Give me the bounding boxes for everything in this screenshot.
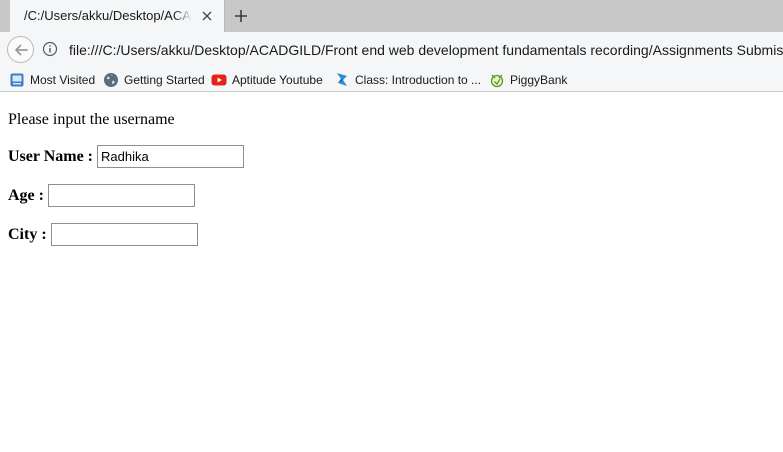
bookmark-label: Getting Started	[124, 73, 205, 87]
close-icon[interactable]	[200, 9, 214, 23]
youtube-icon	[211, 72, 227, 88]
class-icon	[334, 72, 350, 88]
page-content: Please input the username User Name : Ag…	[0, 92, 783, 452]
address-bar[interactable]: file:///C:/Users/akku/Desktop/ACADGILD/F…	[69, 42, 783, 58]
bookmark-getting-started[interactable]: Getting Started	[103, 72, 207, 88]
browser-window: /C:/Users/akku/Desktop/ACADGILD file:///…	[0, 0, 783, 452]
plus-icon[interactable]	[233, 8, 249, 24]
nav-bar: file:///C:/Users/akku/Desktop/ACADGILD/F…	[0, 32, 783, 68]
city-label: City :	[8, 226, 47, 243]
bookmark-most-visited[interactable]: Most Visited	[9, 72, 99, 88]
age-row: Age :	[8, 184, 198, 207]
bookmark-aptitude-youtube[interactable]: Aptitude Youtube	[211, 72, 329, 88]
tab-strip: /C:/Users/akku/Desktop/ACADGILD	[0, 0, 783, 32]
city-row: City :	[8, 223, 200, 246]
back-button[interactable]	[7, 36, 34, 63]
city-input[interactable]	[51, 223, 198, 246]
page-prompt: Please input the username	[8, 111, 175, 128]
bookmarks-bar: Most Visited Getting Started Aptitude Yo…	[0, 68, 783, 92]
age-label: Age :	[8, 187, 44, 204]
tab-active[interactable]: /C:/Users/akku/Desktop/ACADGILD	[10, 0, 225, 32]
info-icon[interactable]	[42, 41, 58, 57]
globe-icon	[103, 72, 119, 88]
most-visited-icon	[9, 72, 25, 88]
bookmark-label: Most Visited	[30, 73, 96, 87]
piggybank-icon	[489, 72, 505, 88]
back-arrow-icon	[15, 44, 28, 56]
username-label: User Name :	[8, 148, 94, 165]
tab-title: /C:/Users/akku/Desktop/ACADGILD	[24, 8, 192, 23]
bookmark-label: Class: Introduction to ...	[355, 73, 482, 87]
age-input[interactable]	[48, 184, 195, 207]
bookmark-class-introduction[interactable]: Class: Introduction to ...	[334, 72, 484, 88]
bookmark-label: PiggyBank	[510, 73, 568, 87]
bookmark-label: Aptitude Youtube	[232, 73, 323, 87]
username-row: User Name :	[8, 145, 248, 168]
username-input[interactable]	[97, 145, 244, 168]
bookmark-piggybank[interactable]: PiggyBank	[489, 72, 569, 88]
